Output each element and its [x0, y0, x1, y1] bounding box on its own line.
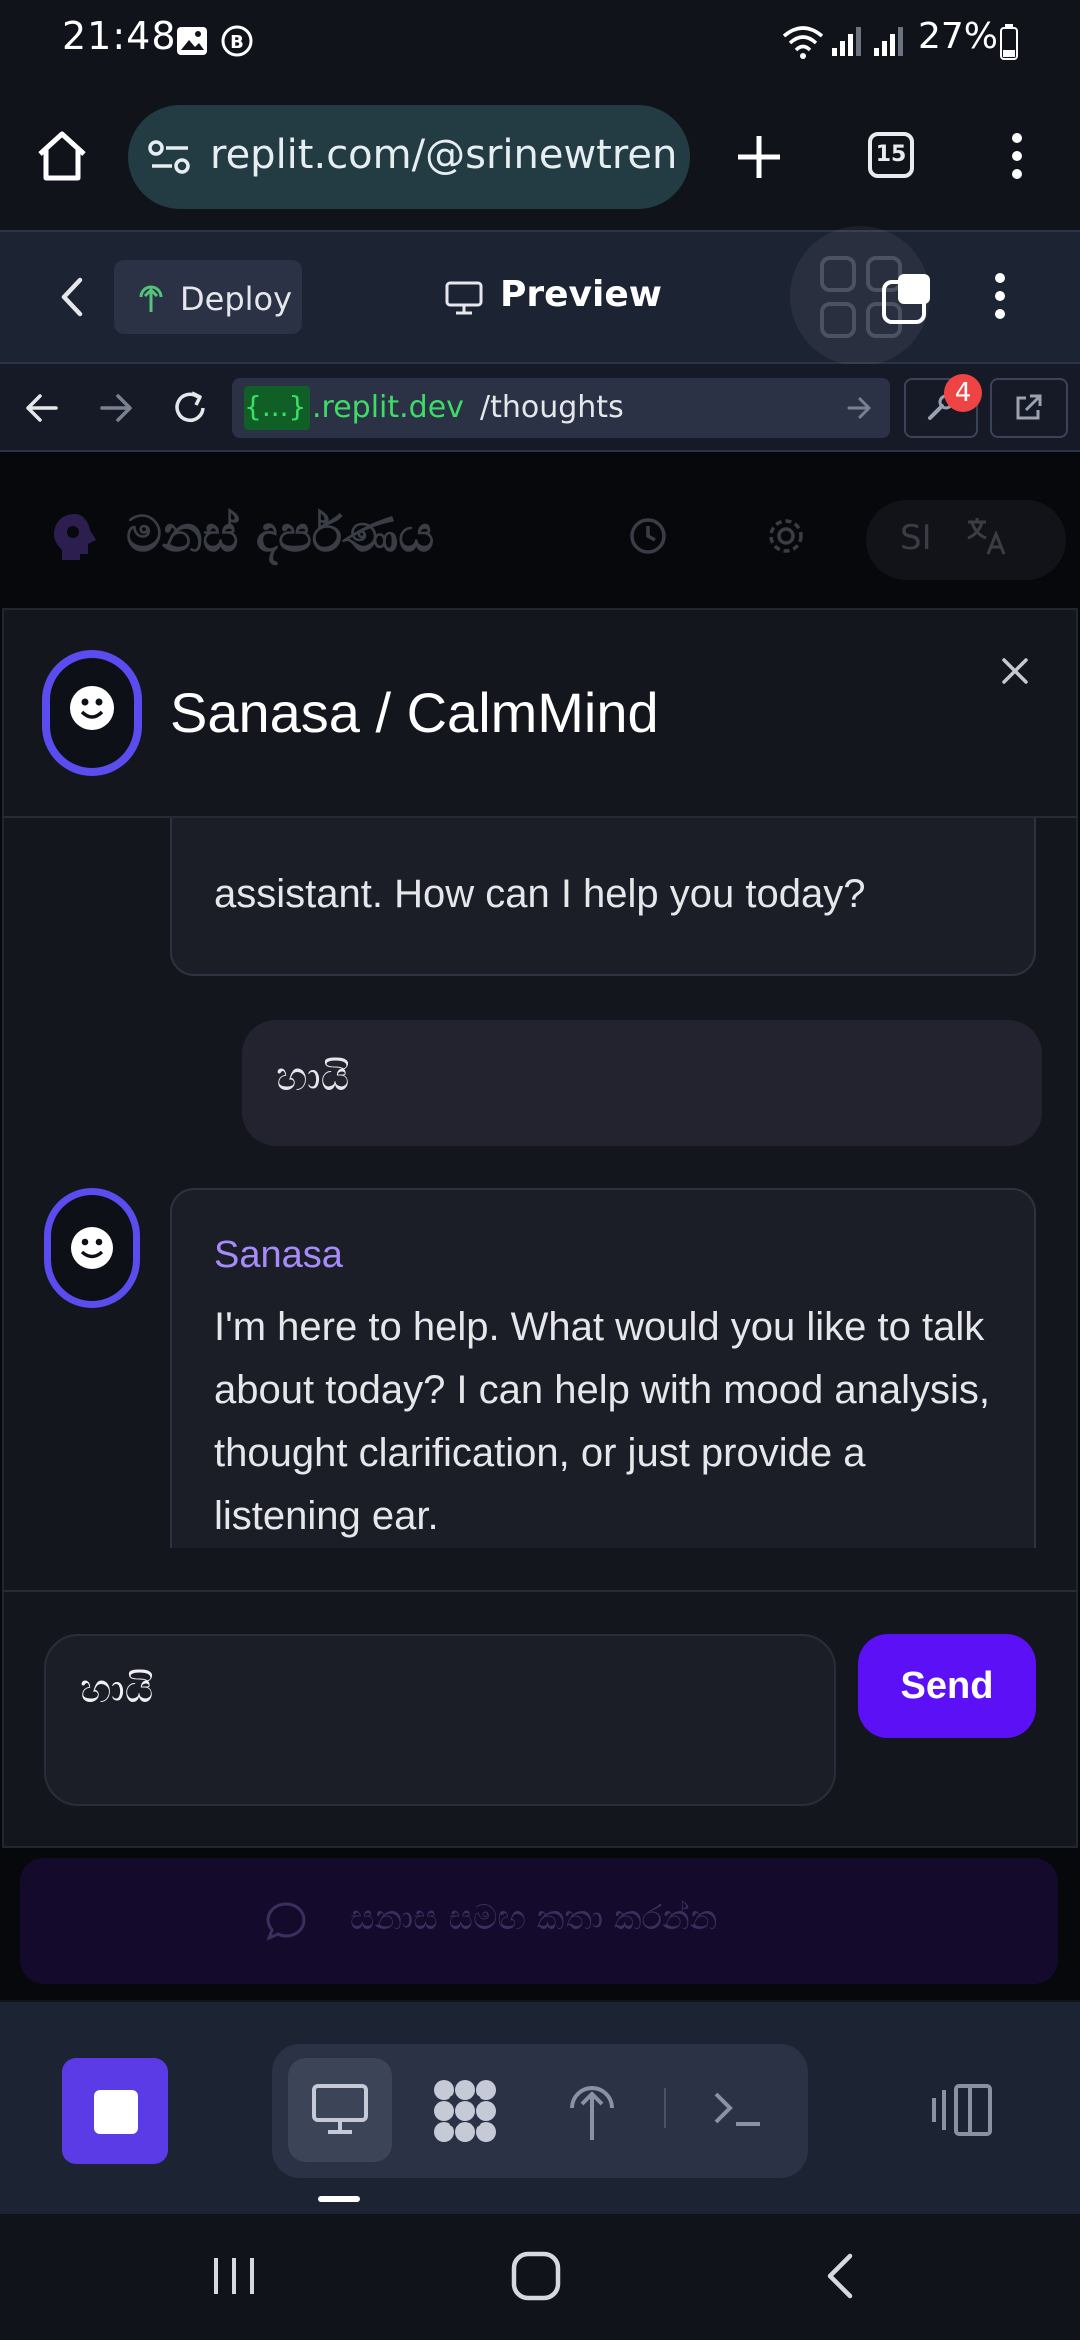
chat-title: Sanasa / CalmMind: [170, 681, 659, 744]
wifi-icon: [780, 22, 826, 60]
host-badge-text: {...}: [244, 390, 307, 423]
sender-name: Sanasa: [214, 1234, 343, 1276]
signal-icon: [830, 24, 864, 58]
tool-separator: [664, 2088, 666, 2128]
stop-icon: [94, 2090, 138, 2134]
assistant-message-text: I'm here to help. What would you like to…: [214, 1305, 991, 1538]
reload-icon[interactable]: [170, 388, 210, 428]
status-time: 21:48: [62, 14, 177, 58]
monitor-icon: [310, 2082, 370, 2136]
battery-percent: 27%: [918, 16, 999, 57]
brain-gear-icon: [50, 510, 100, 562]
home-icon[interactable]: [34, 128, 90, 182]
active-tab-indicator: [318, 2196, 360, 2202]
shell-icon[interactable]: [712, 2088, 764, 2130]
tab-count: 15: [875, 142, 907, 167]
monitor-icon: [444, 280, 484, 316]
external-link-icon: [1012, 392, 1044, 424]
panes-icon[interactable]: [880, 270, 936, 326]
composer-divider: [2, 1590, 1078, 1592]
deploy-label: Deploy: [180, 280, 293, 318]
site-settings-icon[interactable]: [148, 138, 192, 176]
notification-badge: 4: [944, 374, 982, 412]
go-arrow-icon[interactable]: [846, 396, 872, 420]
app-title: මනස් දර්පණය: [126, 505, 435, 563]
send-button[interactable]: Send: [858, 1634, 1036, 1738]
browser-menu-icon[interactable]: [1010, 132, 1024, 180]
deploy-icon: [136, 282, 166, 314]
smiley-icon: [71, 1227, 113, 1269]
chat-bubble-icon: [264, 1900, 308, 1944]
home-button-icon[interactable]: [510, 2250, 562, 2302]
assistant-message-text: assistant. How can I help you today?: [214, 872, 866, 916]
signal-icon: [872, 24, 906, 58]
smiley-icon: [70, 686, 114, 730]
language-code: SI: [900, 518, 932, 558]
translate-icon: [964, 514, 1008, 558]
user-message-bubble: [242, 1020, 1042, 1146]
agent-icon[interactable]: [430, 2078, 500, 2144]
system-back-icon[interactable]: [822, 2252, 858, 2300]
settings-icon[interactable]: [766, 516, 806, 556]
webview-back-icon[interactable]: [24, 392, 60, 424]
close-icon[interactable]: [1000, 656, 1030, 686]
url-text: replit.com/@srinewtren: [210, 132, 678, 178]
host-text: .replit.dev: [312, 390, 464, 425]
webview-forward-icon[interactable]: [98, 392, 134, 424]
chat-messages[interactable]: assistant. How can I help you today? හාය…: [2, 818, 1078, 1548]
history-icon[interactable]: [628, 516, 668, 556]
preview-tab[interactable]: Preview: [500, 274, 662, 315]
user-message-text: හායි: [276, 1054, 350, 1100]
replit-menu-icon[interactable]: [993, 272, 1007, 320]
image-icon: [176, 26, 208, 56]
new-tab-icon[interactable]: [736, 134, 782, 180]
deploy-tool-icon[interactable]: [566, 2080, 618, 2142]
message-input[interactable]: හායි: [44, 1634, 836, 1806]
chat-launcher-label: සනාස සමඟ කතා කරන්න: [350, 1898, 718, 1938]
b-icon: B: [220, 24, 254, 58]
back-icon[interactable]: [58, 276, 86, 318]
path-text: /thoughts: [480, 390, 624, 425]
panel-toggle-icon[interactable]: [930, 2082, 996, 2138]
battery-icon: [1000, 24, 1018, 60]
svg-text:B: B: [230, 32, 244, 53]
recents-icon[interactable]: [210, 2254, 258, 2298]
